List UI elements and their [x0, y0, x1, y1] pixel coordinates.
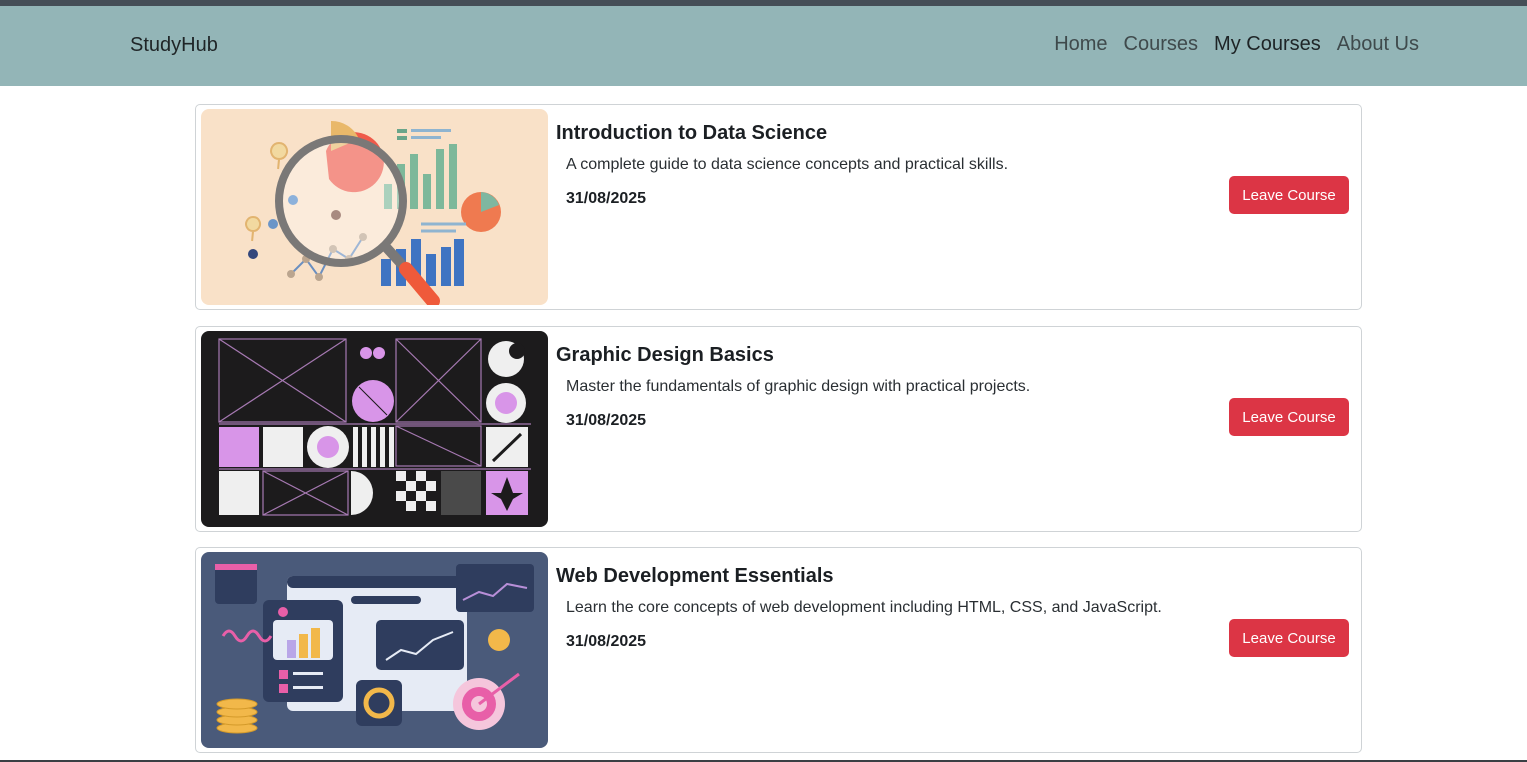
course-card-graphic-design: Graphic Design Basics Master the fundame… [195, 326, 1362, 532]
nav-home[interactable]: Home [1054, 33, 1107, 56]
course-description: A complete guide to data science concept… [566, 156, 1009, 173]
brand-link[interactable]: StudyHub [130, 34, 218, 57]
nav-my-courses[interactable]: My Courses [1214, 33, 1321, 56]
course-title[interactable]: Graphic Design Basics [556, 344, 774, 367]
course-image-graphic-design [201, 331, 548, 527]
course-image-data-science [201, 109, 548, 305]
leave-course-button[interactable]: Leave Course [1229, 619, 1349, 657]
course-card-web-development: Web Development Essentials Learn the cor… [195, 547, 1362, 753]
course-card-data-science: Introduction to Data Science A complete … [195, 104, 1362, 310]
navbar: StudyHub Home Courses My Courses About U… [0, 6, 1527, 86]
course-title[interactable]: Introduction to Data Science [556, 122, 827, 145]
course-description: Learn the core concepts of web developme… [566, 599, 1162, 616]
course-date: 31/08/2025 [566, 412, 647, 429]
main-nav: Home Courses My Courses About Us [1054, 33, 1419, 56]
course-date: 31/08/2025 [566, 633, 647, 650]
nav-courses[interactable]: Courses [1124, 33, 1198, 56]
nav-about-us[interactable]: About Us [1337, 33, 1419, 56]
course-description: Master the fundamentals of graphic desig… [566, 378, 1031, 395]
leave-course-button[interactable]: Leave Course [1229, 398, 1349, 436]
course-title[interactable]: Web Development Essentials [556, 565, 834, 588]
course-date: 31/08/2025 [566, 190, 647, 207]
leave-course-button[interactable]: Leave Course [1229, 176, 1349, 214]
course-image-web-development [201, 552, 548, 748]
